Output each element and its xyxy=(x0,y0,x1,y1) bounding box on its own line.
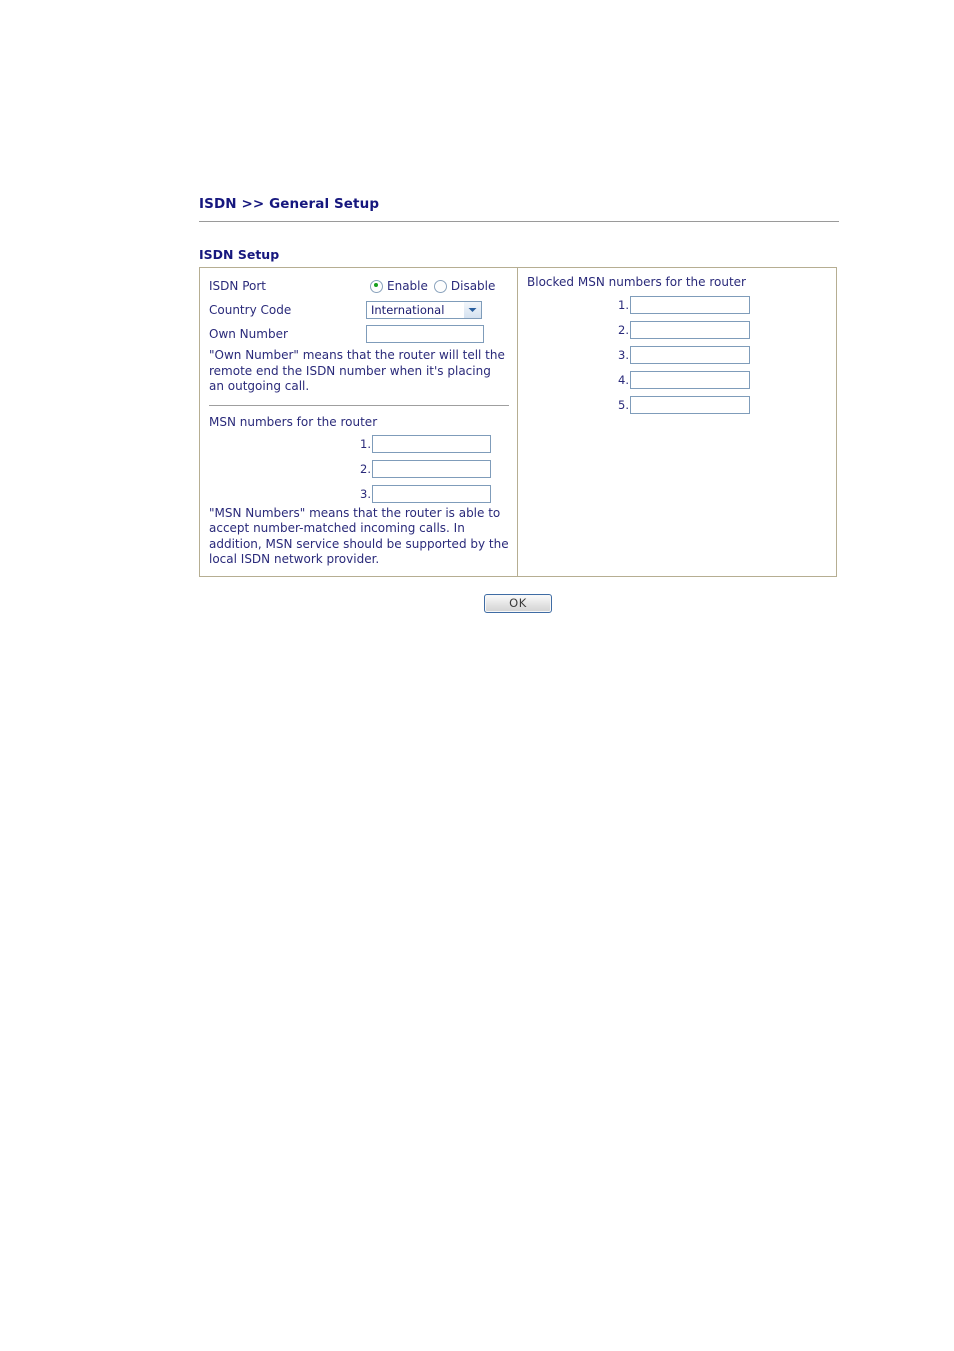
radio-disable[interactable]: Disable xyxy=(433,279,496,293)
list-item: 2. xyxy=(209,459,491,478)
country-code-row: Country Code International xyxy=(209,299,509,321)
list-item: 2. xyxy=(527,321,828,339)
list-item: 5. xyxy=(527,396,828,414)
list-item: 4. xyxy=(527,371,828,389)
country-code-select[interactable]: International xyxy=(366,301,482,319)
isdn-port-radio-group: Enable Disable xyxy=(364,279,495,293)
blocked-msn-input-4[interactable] xyxy=(630,371,750,389)
own-number-row: Own Number xyxy=(209,323,509,345)
blocked-msn-input-3[interactable] xyxy=(630,346,750,364)
isdn-setup-panel: ISDN Port Enable Disable Country Code In… xyxy=(199,267,837,577)
msn-number-input-1[interactable] xyxy=(372,434,491,453)
left-column-divider xyxy=(209,404,509,406)
radio-enable[interactable]: Enable xyxy=(370,279,428,293)
isdn-settings-column: ISDN Port Enable Disable Country Code In… xyxy=(200,268,518,576)
list-item: 1. xyxy=(527,296,828,314)
msn-numbers-note: "MSN Numbers" means that the router is a… xyxy=(209,505,509,567)
own-number-label: Own Number xyxy=(209,326,288,341)
msn-row-index: 3. xyxy=(360,486,371,501)
own-number-note: "Own Number" means that the router will … xyxy=(209,348,505,393)
blocked-msn-input-5[interactable] xyxy=(630,396,750,414)
blocked-msn-list: 1. 2. 3. 4. 5. xyxy=(527,296,828,414)
msn-row-index: 1. xyxy=(360,436,371,451)
chevron-down-icon[interactable] xyxy=(463,302,481,318)
blocked-row-index: 4. xyxy=(618,373,629,387)
msn-numbers-list: 1. 2. 3. xyxy=(209,434,509,503)
blocked-row-index: 1. xyxy=(618,298,629,312)
blocked-row-index: 3. xyxy=(618,348,629,362)
radio-disable-label: Disable xyxy=(450,279,496,293)
breadcrumb: ISDN >> General Setup xyxy=(199,196,380,212)
country-code-label: Country Code xyxy=(209,302,292,317)
ok-button[interactable]: OK xyxy=(484,593,552,613)
radio-enable-label: Enable xyxy=(387,279,428,293)
radio-unselected-icon[interactable] xyxy=(433,279,447,293)
msn-number-input-2[interactable] xyxy=(372,459,491,478)
list-item: 3. xyxy=(209,484,491,503)
msn-row-index: 2. xyxy=(360,461,371,476)
msn-numbers-title: MSN numbers for the router xyxy=(209,414,378,429)
blocked-row-index: 5. xyxy=(618,398,629,412)
blocked-msn-input-1[interactable] xyxy=(630,296,750,314)
list-item: 1. xyxy=(209,434,491,453)
isdn-port-row: ISDN Port Enable Disable xyxy=(209,275,509,297)
isdn-general-setup-page: ISDN >> General Setup ISDN Setup ISDN Po… xyxy=(199,196,839,613)
msn-number-input-3[interactable] xyxy=(372,484,491,503)
country-code-value: International xyxy=(371,303,445,317)
radio-selected-icon[interactable] xyxy=(370,279,383,293)
title-divider xyxy=(199,221,839,222)
blocked-row-index: 2. xyxy=(618,323,629,337)
blocked-msn-column: Blocked MSN numbers for the router 1. 2.… xyxy=(518,268,836,576)
blocked-msn-title: Blocked MSN numbers for the router xyxy=(527,275,746,289)
form-actions: OK xyxy=(199,577,837,613)
own-number-input[interactable] xyxy=(366,325,484,343)
page-title: ISDN Setup xyxy=(199,247,280,262)
isdn-port-label: ISDN Port xyxy=(209,278,266,293)
list-item: 3. xyxy=(527,346,828,364)
blocked-msn-input-2[interactable] xyxy=(630,321,750,339)
